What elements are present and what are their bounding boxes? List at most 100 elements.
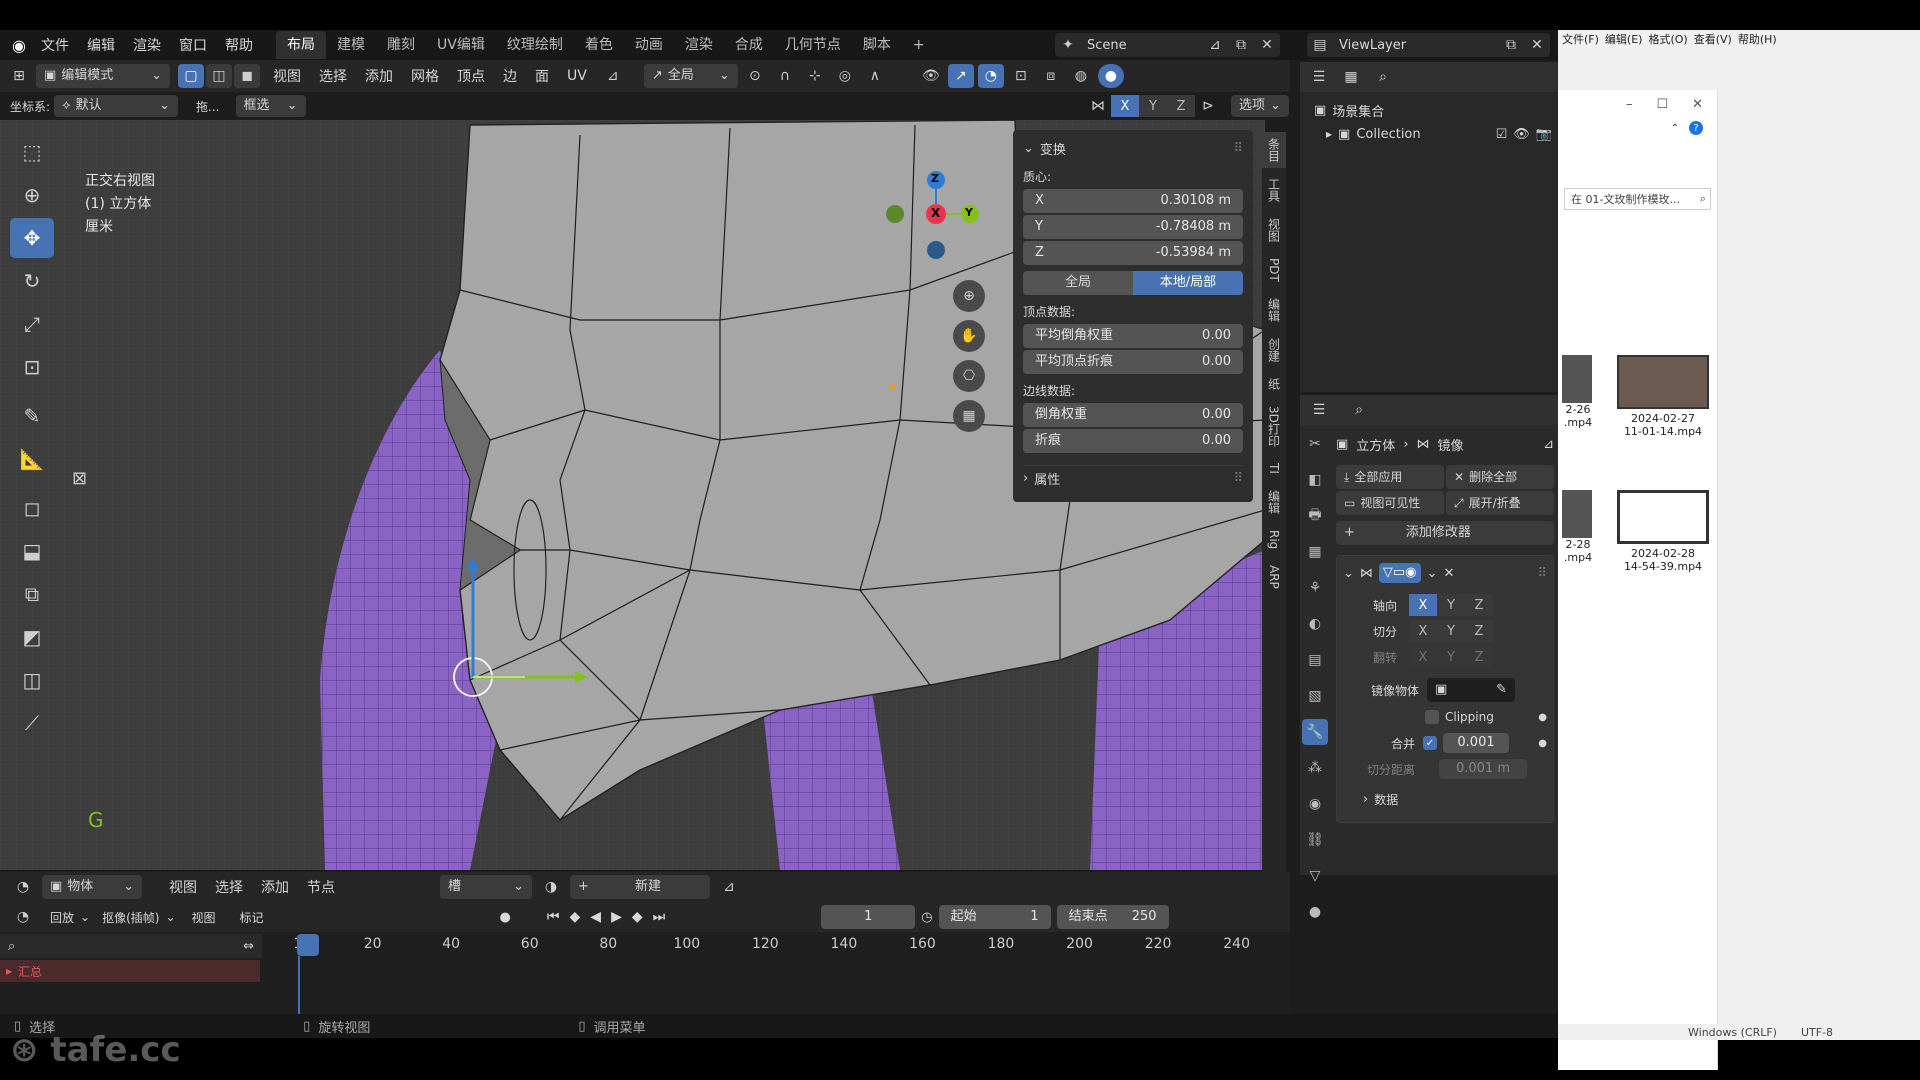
camera-icon[interactable]: ⎔ bbox=[953, 360, 985, 392]
maximize-icon[interactable]: ☐ bbox=[1656, 97, 1668, 112]
keyframe-dot-icon[interactable]: ● bbox=[1538, 712, 1547, 723]
pivot-icon[interactable]: ⊙ bbox=[742, 64, 768, 88]
tab-workspace[interactable]: 布局 bbox=[276, 31, 326, 59]
median-x-field[interactable]: X 0.30108 m bbox=[1023, 189, 1243, 213]
flip-z-toggle[interactable]: Z bbox=[1465, 646, 1493, 668]
slot-dropdown[interactable]: 槽 ⌄ bbox=[440, 875, 532, 899]
menu-item[interactable]: 文件 bbox=[32, 35, 78, 55]
loop-cut-icon[interactable]: ◫ bbox=[10, 660, 54, 700]
xray-icon[interactable]: ⧈ bbox=[1038, 64, 1064, 88]
viewport-menu-item[interactable]: 顶点 bbox=[448, 66, 494, 86]
sidebar-tab[interactable]: 条目 bbox=[1262, 132, 1286, 168]
collection-row[interactable]: ▸ ▣ Collection ☑ 👁 📷 bbox=[1300, 122, 1558, 146]
sidebar-tab[interactable]: TI bbox=[1262, 457, 1286, 480]
file-partial-2[interactable]: 2-28 .mp4 bbox=[1558, 490, 1598, 564]
tab-workspace[interactable]: 脚本 bbox=[852, 31, 902, 59]
jump-start-icon[interactable]: ⏮ bbox=[547, 909, 560, 925]
zoom-icon[interactable]: ⊕ bbox=[953, 280, 985, 312]
merge-distance-field[interactable]: 0.001 bbox=[1443, 733, 1509, 753]
viewport-menu-item[interactable]: 添加 bbox=[356, 66, 402, 86]
axis-y-toggle[interactable]: Y bbox=[1437, 594, 1465, 616]
close-icon[interactable]: ✕ bbox=[1443, 566, 1454, 581]
material-icon[interactable]: ● bbox=[1302, 899, 1328, 925]
options-dropdown[interactable]: 选项 ⌄ bbox=[1231, 95, 1289, 117]
snap-icon[interactable]: ∩ bbox=[772, 64, 798, 88]
help-icon[interactable]: ? bbox=[1689, 121, 1703, 135]
particles-icon[interactable]: ⁂ bbox=[1302, 755, 1328, 781]
merge-checkbox[interactable]: ✓ bbox=[1423, 736, 1437, 750]
physics-icon[interactable]: ◉ bbox=[1302, 791, 1328, 817]
next-keyframe-icon[interactable]: ◆ bbox=[632, 909, 643, 925]
clipping-checkbox[interactable] bbox=[1425, 710, 1439, 724]
notepad-menu-item[interactable]: 查看(V) bbox=[1694, 31, 1732, 47]
swap-icon[interactable]: ⇔ bbox=[243, 939, 254, 954]
frame-ruler[interactable]: 120406080100120140160180200220240 bbox=[270, 936, 1280, 956]
material-browse-icon[interactable]: ◑ bbox=[538, 875, 564, 899]
pin-icon[interactable]: ⊿ bbox=[1202, 33, 1228, 57]
playhead-handle[interactable] bbox=[297, 934, 319, 956]
file-item-2[interactable]: 2024-02-28 14-54-39.mp4 bbox=[1613, 490, 1713, 573]
sidebar-tab[interactable]: 工具 bbox=[1262, 172, 1286, 208]
playback-menu[interactable]: 回放 bbox=[50, 909, 74, 926]
play-reverse-icon[interactable]: ◀ bbox=[590, 909, 601, 925]
tab-workspace[interactable]: 纹理绘制 bbox=[496, 31, 574, 59]
notepad-menu-item[interactable]: 文件(F) bbox=[1562, 31, 1599, 47]
solid-shading-icon[interactable]: ● bbox=[1097, 64, 1124, 88]
mirror-z-toggle[interactable]: Z bbox=[1167, 95, 1195, 117]
bevel-weight-field[interactable]: 倒角权重 0.00 bbox=[1023, 403, 1243, 427]
tab-workspace[interactable]: UV编辑 bbox=[426, 31, 496, 59]
scale-icon[interactable]: ⤢ bbox=[10, 304, 54, 344]
notepad-menu-item[interactable]: 格式(O) bbox=[1648, 31, 1687, 47]
tool-icon[interactable]: ✂ bbox=[1302, 431, 1328, 457]
viewport-menu-item[interactable]: 网格 bbox=[402, 66, 448, 86]
jump-end-icon[interactable]: ⏭ bbox=[653, 909, 666, 925]
properties-type-icon[interactable]: ☰ bbox=[1306, 398, 1332, 422]
bisect-z-toggle[interactable]: Z bbox=[1465, 620, 1493, 642]
blender-logo-icon[interactable]: ◉ bbox=[6, 33, 32, 57]
world-icon[interactable]: ◐ bbox=[1302, 611, 1328, 637]
sidebar-tab[interactable]: 创建 bbox=[1262, 332, 1286, 368]
new-layer-icon[interactable]: ⧉ bbox=[1498, 33, 1524, 57]
menu-item[interactable]: 编辑 bbox=[78, 35, 124, 55]
navigation-gizmo[interactable]: Z X Y bbox=[880, 170, 990, 280]
timeline-view-menu[interactable]: 视图 bbox=[192, 909, 216, 926]
scene-collection-row[interactable]: ▣ 场景集合 bbox=[1300, 98, 1558, 122]
sidebar-tab[interactable]: 编辑 bbox=[1262, 484, 1286, 520]
tab-workspace[interactable]: 建模 bbox=[326, 31, 376, 59]
search-icon[interactable]: ⌕ bbox=[1346, 398, 1372, 422]
start-frame-field[interactable]: 起始 1 bbox=[938, 905, 1051, 929]
constraints-icon[interactable]: ⛓ bbox=[1302, 827, 1328, 853]
mode-dropdown[interactable]: ▣ 编辑模式 ⌄ bbox=[36, 64, 170, 88]
minimize-icon[interactable]: – bbox=[1626, 97, 1633, 112]
transform-icon[interactable]: ⊡ bbox=[10, 347, 54, 387]
view-layer-icon[interactable]: ▦ bbox=[1302, 539, 1328, 565]
mean-bevel-weight-field[interactable]: 平均倒角权重 0.00 bbox=[1023, 324, 1243, 348]
tab-workspace[interactable]: 着色 bbox=[574, 31, 624, 59]
modifier-wrench-icon[interactable]: 🔧 bbox=[1302, 719, 1328, 745]
viewport-menu-item[interactable]: 面 bbox=[526, 66, 558, 86]
current-frame-field[interactable]: 1 bbox=[821, 905, 916, 929]
new-material-button[interactable]: + 新建 bbox=[570, 875, 710, 899]
output-icon[interactable]: 🖶 bbox=[1302, 503, 1328, 529]
outliner-type-icon[interactable]: ☰ bbox=[1306, 65, 1332, 89]
edge-select-icon[interactable]: ◫ bbox=[206, 64, 232, 88]
bisect-y-toggle[interactable]: Y bbox=[1437, 620, 1465, 642]
collection-icon[interactable]: ▤ bbox=[1302, 647, 1328, 673]
node-menu-item[interactable]: 选择 bbox=[206, 877, 252, 897]
bevel-icon[interactable]: ◩ bbox=[10, 617, 54, 657]
scene-selector[interactable]: ✦ Scene ⊿ ⧉ ✕ bbox=[1055, 33, 1280, 57]
mirror-object-field[interactable]: ▣ ✎ bbox=[1427, 678, 1515, 702]
sidebar-tab[interactable]: 3D打印 bbox=[1262, 400, 1286, 453]
explorer-search[interactable]: 在 01-文玫制作模玫... ⌕ bbox=[1564, 188, 1711, 210]
wireframe-shading-icon[interactable]: ◍ bbox=[1068, 64, 1094, 88]
gizmo-icon[interactable]: ↗ bbox=[947, 64, 974, 88]
global-button[interactable]: 全局 bbox=[1023, 271, 1133, 295]
chevron-down-icon[interactable]: ⌄ bbox=[1343, 566, 1354, 581]
close-icon[interactable]: ✕ bbox=[1254, 33, 1280, 57]
mirror-y-toggle[interactable]: Y bbox=[1139, 95, 1167, 117]
render-camera-icon[interactable]: 📷 bbox=[1536, 127, 1552, 142]
uv-icon[interactable]: ⊿ bbox=[600, 64, 626, 88]
mean-vertex-crease-field[interactable]: 平均顶点折痕 0.00 bbox=[1023, 350, 1243, 374]
vertex-select-icon[interactable]: ▢ bbox=[178, 64, 204, 88]
bisect-x-toggle[interactable]: X bbox=[1409, 620, 1437, 642]
